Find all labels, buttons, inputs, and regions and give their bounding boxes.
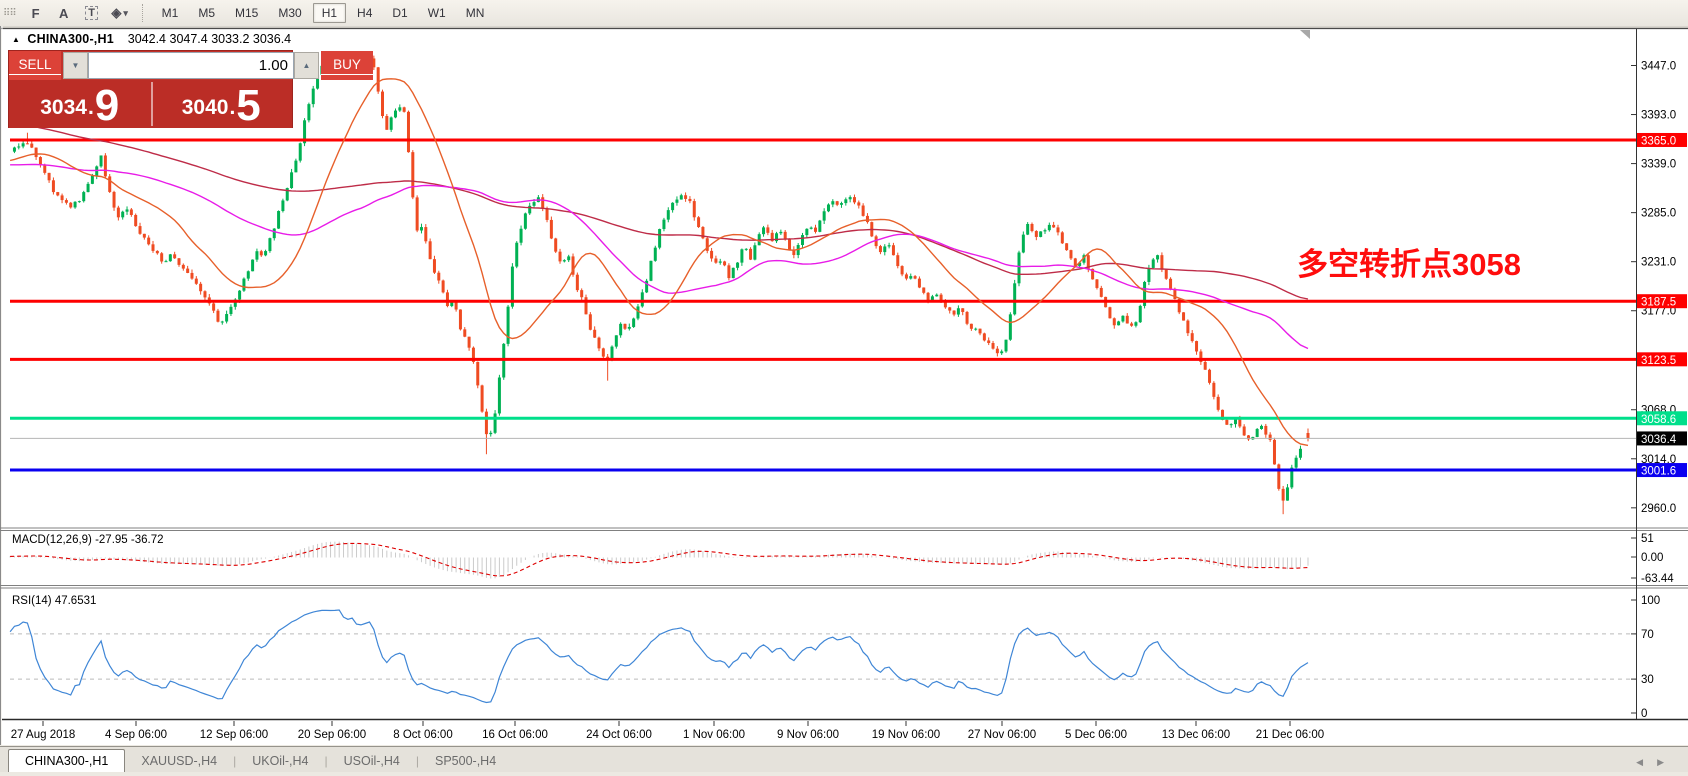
svg-text:51: 51: [1641, 533, 1654, 545]
svg-text:27 Nov 06:00: 27 Nov 06:00: [968, 729, 1036, 741]
volume-increase-button[interactable]: ▲: [294, 52, 319, 79]
svg-text:0.00: 0.00: [1641, 552, 1663, 564]
chart-symbol: CHINA300-,H1: [27, 32, 113, 46]
chart-title: ▲ CHINA300-,H1 3042.4 3047.4 3033.2 3036…: [12, 32, 291, 46]
chart-annotation: 多空转折点3058: [1297, 239, 1521, 284]
svg-text:4 Sep 06:00: 4 Sep 06:00: [105, 729, 167, 741]
svg-text:8 Oct 06:00: 8 Oct 06:00: [393, 729, 452, 741]
svg-text:3393.0: 3393.0: [1641, 110, 1676, 122]
sell-button[interactable]: SELL: [9, 51, 61, 80]
svg-text:13 Dec 06:00: 13 Dec 06:00: [1162, 729, 1230, 741]
sell-price[interactable]: 3034.9: [9, 80, 151, 128]
svg-text:3447.0: 3447.0: [1641, 61, 1676, 73]
svg-text:3001.6: 3001.6: [1641, 466, 1676, 478]
macd-label: MACD(12,26,9) -27.95 -36.72: [12, 534, 164, 546]
svg-text:21 Dec 06:00: 21 Dec 06:00: [1256, 729, 1324, 741]
tab-scroll-buttons: ◀▶: [1636, 757, 1678, 768]
svg-text:-63.44: -63.44: [1641, 573, 1674, 585]
mt4-window: ⠿⠿ FAT◈▾ M1M5M15M30H1H4D1W1MN ▲ CHINA300…: [0, 0, 1688, 776]
tab-china300-h1[interactable]: CHINA300-,H1: [8, 749, 125, 772]
buy-button[interactable]: BUY: [321, 51, 373, 80]
svg-text:3285.0: 3285.0: [1641, 208, 1676, 220]
chart-tabs: CHINA300-,H1XAUUSD-,H4|UKOil-,H4|USOil-,…: [0, 749, 512, 772]
tab-xauusd-h4[interactable]: XAUUSD-,H4: [125, 751, 233, 772]
svg-text:12 Sep 06:00: 12 Sep 06:00: [200, 729, 268, 741]
svg-text:2960.0: 2960.0: [1641, 503, 1676, 515]
svg-text:3187.5: 3187.5: [1641, 297, 1676, 309]
collapse-icon[interactable]: ▲: [12, 35, 20, 44]
svg-text:9 Nov 06:00: 9 Nov 06:00: [777, 729, 839, 741]
svg-text:3058.6: 3058.6: [1641, 414, 1676, 426]
svg-text:3123.5: 3123.5: [1641, 355, 1676, 367]
chevron-down-icon: ▼: [72, 61, 80, 70]
svg-text:70: 70: [1641, 629, 1654, 641]
svg-text:0: 0: [1641, 708, 1647, 720]
volume-input[interactable]: [88, 52, 294, 79]
svg-text:30: 30: [1641, 674, 1654, 686]
svg-text:3339.0: 3339.0: [1641, 159, 1676, 171]
svg-text:27 Aug 2018: 27 Aug 2018: [11, 729, 76, 741]
svg-text:100: 100: [1641, 595, 1660, 607]
tab-ukoil-h4[interactable]: UKOil-,H4: [236, 751, 324, 772]
svg-text:1 Nov 06:00: 1 Nov 06:00: [683, 729, 745, 741]
scroll-left-icon[interactable]: ◀: [1636, 757, 1657, 767]
svg-text:16 Oct 06:00: 16 Oct 06:00: [482, 729, 548, 741]
tab-usoil-h4[interactable]: USOil-,H4: [328, 751, 416, 772]
buy-price[interactable]: 3040.5: [151, 80, 293, 128]
scroll-right-icon[interactable]: ▶: [1657, 757, 1678, 767]
svg-text:3231.0: 3231.0: [1641, 257, 1676, 269]
tab-sp500-h4[interactable]: SP500-,H4: [419, 751, 512, 772]
svg-text:24 Oct 06:00: 24 Oct 06:00: [586, 729, 652, 741]
svg-text:19 Nov 06:00: 19 Nov 06:00: [872, 729, 940, 741]
chart-ohlc-values: 3042.4 3047.4 3033.2 3036.4: [128, 32, 291, 46]
chart-tab-bar: CHINA300-,H1XAUUSD-,H4|UKOil-,H4|USOil-,…: [0, 746, 1688, 772]
svg-text:20 Sep 06:00: 20 Sep 06:00: [298, 729, 366, 741]
svg-text:3036.4: 3036.4: [1641, 434, 1677, 446]
svg-text:3365.0: 3365.0: [1641, 135, 1676, 147]
svg-text:5 Dec 06:00: 5 Dec 06:00: [1065, 729, 1127, 741]
one-click-trade-panel: SELL ▼ ▲ BUY 3034.9 3040.5: [8, 50, 293, 128]
rsi-label: RSI(14) 47.6531: [12, 595, 96, 607]
chevron-up-icon: ▲: [303, 61, 311, 70]
volume-decrease-button[interactable]: ▼: [63, 52, 88, 79]
